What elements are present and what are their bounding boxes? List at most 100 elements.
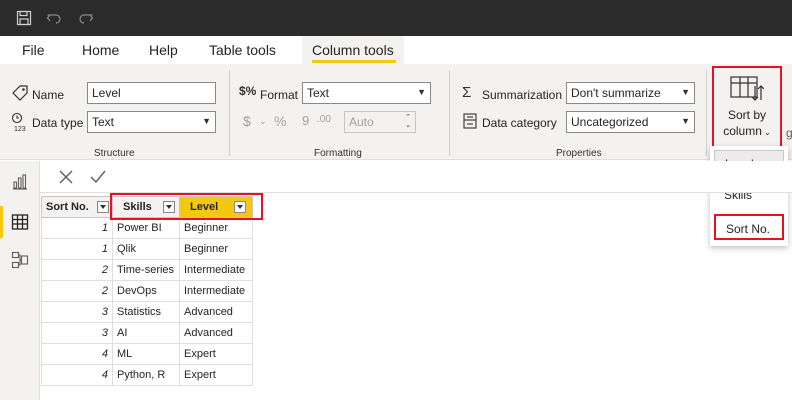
tab-home[interactable]: Home [82,42,119,58]
summarization-value: Don't summarize [571,86,661,100]
close-icon[interactable] [58,169,74,185]
chevron-down-icon: ▼ [681,87,690,97]
group-divider [706,70,707,156]
level-cell[interactable]: Intermediate [179,259,253,281]
skills-cell[interactable]: Qlik [112,238,180,260]
skills-cell[interactable]: ML [112,343,180,365]
comma-icon[interactable]: 9 [302,113,309,128]
tab-file[interactable]: File [22,42,45,58]
sort-no-cell[interactable]: 1 [41,217,113,239]
sort-no-cell[interactable]: 2 [41,280,113,302]
column-filter-icon[interactable] [234,201,246,213]
sort-no-cell[interactable]: 2 [41,259,113,281]
column-header-sort-no[interactable]: Sort No. [41,196,113,218]
table-row[interactable]: 3 AI Advanced [41,322,253,344]
sort-ascending-icon[interactable] [97,201,109,213]
table-row[interactable]: 4 Python, R Expert [41,364,253,386]
sigma-icon: Σ [462,84,472,101]
level-cell[interactable]: Beginner [179,217,253,239]
properties-group-label: Properties [556,148,602,159]
checkmark-icon[interactable] [89,169,107,185]
sort-no-cell[interactable]: 4 [41,343,113,365]
view-switcher [0,161,40,400]
column-header-level[interactable]: Level [179,196,253,218]
table-row[interactable]: 1 Power BI Beginner [41,217,253,239]
decimal-places-spinner[interactable]: Auto ⌃ ⌄ [344,111,416,133]
group-divider [229,70,230,156]
percent-icon[interactable]: % [274,113,286,129]
column-header-label: Skills [123,201,152,213]
currency-icon[interactable]: $ [243,113,251,129]
data-type-icon: 123 [11,112,26,132]
report-view-icon[interactable] [11,173,29,191]
column-header-label: Level [190,201,219,213]
table-header-row: Sort No. Skills Level [41,196,253,218]
save-icon[interactable] [16,10,32,26]
sort-by-label-line1: Sort by [727,108,766,122]
structure-group-label: Structure [94,148,135,159]
column-header-skills[interactable]: Skills [112,196,180,218]
skills-cell[interactable]: AI [112,322,180,344]
decimal-icon[interactable]: .00 [317,114,331,125]
group-divider [449,70,450,156]
name-label: Name [32,88,65,102]
active-view-indicator [0,206,3,238]
level-cell[interactable]: Expert [179,364,253,386]
table-row[interactable]: 2 Time-series Intermediate [41,259,253,281]
data-category-value: Uncategorized [571,115,649,129]
level-cell[interactable]: Expert [179,343,253,365]
level-cell[interactable]: Beginner [179,238,253,260]
redo-icon[interactable] [78,10,94,26]
svg-text:123: 123 [14,126,26,132]
summarization-select[interactable]: Don't summarize ▼ [566,82,695,104]
sort-no-cell[interactable]: 4 [41,364,113,386]
ribbon: Name Level 123 Data type Text ▼ Structur… [0,64,792,160]
skills-cell[interactable]: Time-series [112,259,180,281]
table-row[interactable]: 2 DevOps Intermediate [41,280,253,302]
data-type-select[interactable]: Text ▼ [87,111,216,133]
menu-item-sort-no[interactable]: Sort No. [714,214,784,240]
skills-cell[interactable]: DevOps [112,280,180,302]
sort-by-column-button[interactable]: Sort by column ⌄ [712,66,782,148]
skills-cell[interactable]: Power BI [112,217,180,239]
model-view-icon[interactable] [11,251,29,269]
column-filter-icon[interactable] [163,201,175,213]
summarization-label: Summarization [482,88,563,102]
name-field[interactable]: Level [87,82,216,104]
sort-no-cell[interactable]: 1 [41,238,113,260]
table-row[interactable]: 4 ML Expert [41,343,253,365]
menu-bar: File Home Help Table tools Column tools [0,36,792,64]
sort-by-column-icon [730,76,764,101]
tag-icon [12,85,28,101]
chevron-down-icon: ⌄ [405,122,411,129]
data-category-icon [463,113,477,129]
data-category-select[interactable]: Uncategorized ▼ [566,111,695,133]
chevron-up-icon: ⌃ [405,114,411,121]
sort-no-cell[interactable]: 3 [41,301,113,323]
chevron-down-icon: ▼ [681,116,690,126]
overflow-label: g [786,126,792,140]
level-cell[interactable]: Advanced [179,301,253,323]
skills-cell[interactable]: Statistics [112,301,180,323]
level-cell[interactable]: Advanced [179,322,253,344]
column-header-label: Sort No. [46,201,89,213]
chevron-down-icon: ▼ [202,116,211,126]
table-row[interactable]: 3 Statistics Advanced [41,301,253,323]
sort-by-label-line2: column ⌄ [723,124,771,138]
data-category-label: Data category [482,116,557,130]
data-view-icon[interactable] [11,213,29,231]
format-select[interactable]: Text ▼ [302,82,431,104]
data-table: Sort No. Skills Level 1 Power BI Beginner … [41,196,253,386]
active-tab-indicator [312,60,396,63]
tab-help[interactable]: Help [149,42,178,58]
formatting-group-label: Formatting [314,148,362,159]
undo-icon[interactable] [46,10,62,26]
level-cell[interactable]: Intermediate [179,280,253,302]
table-row[interactable]: 1 Qlik Beginner [41,238,253,260]
format-label: Format [260,88,299,102]
formula-bar [40,161,792,193]
skills-cell[interactable]: Python, R [112,364,180,386]
data-type-label: Data type [32,116,84,130]
sort-no-cell[interactable]: 3 [41,322,113,344]
tab-table-tools[interactable]: Table tools [209,42,276,58]
